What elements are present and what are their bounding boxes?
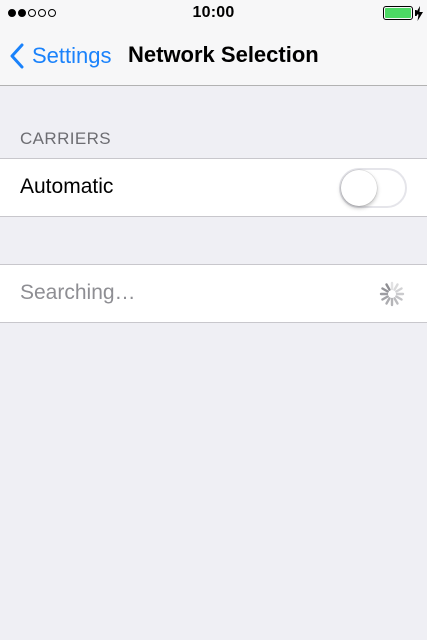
battery-level-fill	[385, 8, 411, 18]
page-title: Network Selection	[128, 42, 319, 67]
spinner-spoke	[381, 295, 389, 301]
spinner-spoke	[393, 283, 399, 291]
battery-icon	[383, 6, 413, 20]
back-button-label: Settings	[32, 43, 112, 68]
charging-bolt-icon	[415, 6, 423, 21]
network-search-cell: Searching…	[0, 264, 427, 323]
status-time: 10:00	[192, 4, 235, 21]
toggle-knob	[341, 170, 377, 206]
activity-spinner-icon	[379, 281, 405, 307]
spinner-spoke	[393, 297, 399, 305]
spinner-spoke	[395, 287, 403, 293]
section-header-carriers: CARRIERS	[20, 129, 112, 148]
spinner-spoke	[395, 295, 403, 301]
spinner-spoke	[381, 287, 389, 293]
automatic-cell: Automatic	[0, 158, 427, 217]
automatic-label: Automatic	[20, 175, 114, 198]
chevron-left-icon	[10, 43, 24, 69]
searching-status-label: Searching…	[20, 281, 136, 304]
spinner-spoke	[385, 297, 391, 305]
spinner-spoke	[385, 283, 391, 291]
status-bar: 10:00	[0, 0, 427, 28]
back-button[interactable]: Settings	[10, 40, 112, 72]
navigation-bar: Settings Network Selection	[0, 28, 427, 86]
automatic-toggle[interactable]	[339, 168, 407, 208]
